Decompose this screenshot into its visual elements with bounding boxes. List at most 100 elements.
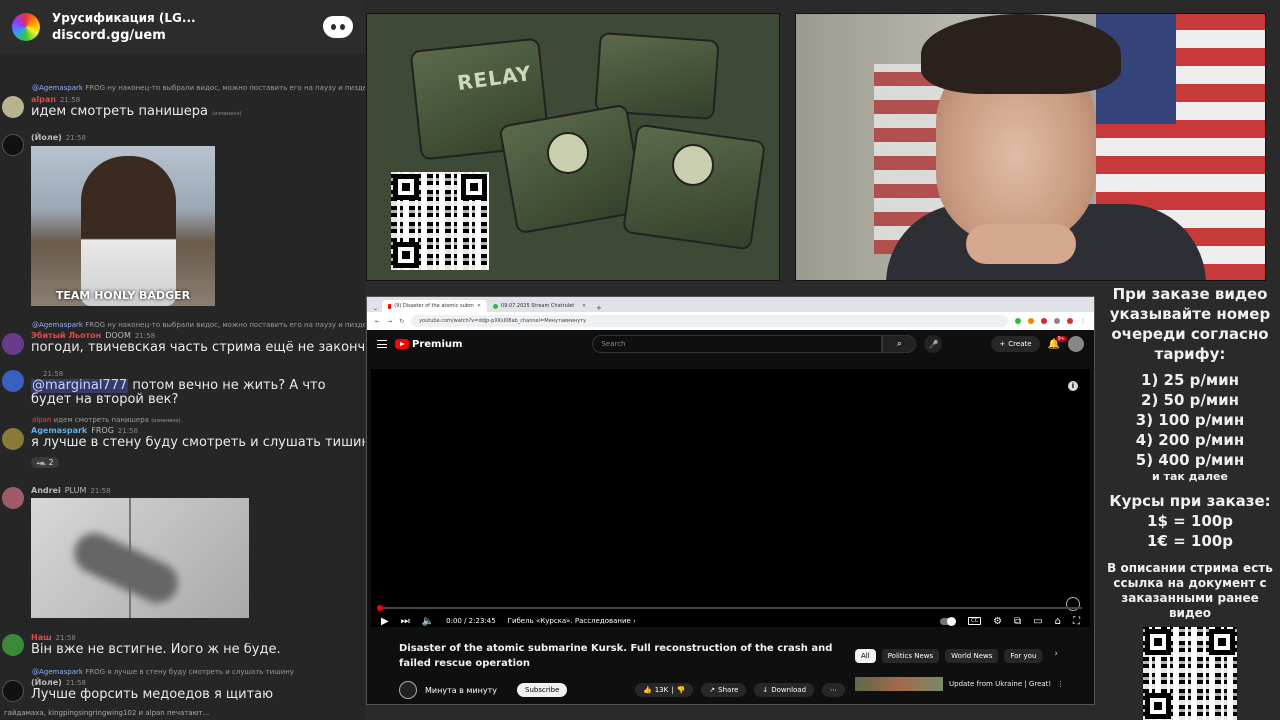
reply-preview[interactable]: @Agemaspark FROG я лучше в стену буду см… bbox=[0, 668, 365, 677]
message-author[interactable]: Agemaspark bbox=[31, 426, 87, 435]
tab-search-icon[interactable]: ⌄ bbox=[373, 305, 378, 312]
message-author[interactable]: (Йоле) bbox=[31, 678, 62, 687]
message-author[interactable]: (Йоле) bbox=[31, 133, 62, 142]
channel-name[interactable]: Минута в минуту bbox=[425, 686, 497, 695]
reply-preview[interactable]: @Agemaspark FROG ну наконец-то выбрали в… bbox=[0, 321, 365, 330]
avatar[interactable] bbox=[2, 96, 24, 118]
autoplay-toggle[interactable] bbox=[940, 616, 957, 626]
avatar[interactable] bbox=[1068, 336, 1084, 352]
theater-icon[interactable]: ▭ bbox=[1033, 616, 1042, 627]
chapter-title[interactable]: Гибель «Курска». Расследование › bbox=[508, 617, 636, 625]
mic-icon[interactable]: 🎤 bbox=[924, 335, 943, 353]
avatar[interactable] bbox=[2, 333, 24, 355]
fullscreen-icon[interactable]: ⛶ bbox=[1073, 616, 1080, 627]
extension-icon[interactable] bbox=[1028, 318, 1034, 324]
server-invite-link[interactable]: discord.gg/uem bbox=[52, 28, 323, 43]
role-badge: PLUM bbox=[64, 486, 87, 495]
reply-author: @Agemaspark bbox=[32, 668, 83, 676]
time-display: 0:00 / 2:23:45 bbox=[446, 617, 496, 625]
tab-chatrulet[interactable]: 09.07.2025 Stream Chatrulet ✕ bbox=[487, 300, 592, 312]
price-item: 1) 25 р/мин bbox=[1141, 371, 1239, 389]
qr-finder bbox=[1145, 693, 1171, 719]
profile-icon[interactable] bbox=[1067, 318, 1073, 324]
settings-gear-icon[interactable]: ⚙ bbox=[993, 616, 1002, 627]
channel-avatar[interactable] bbox=[399, 681, 417, 699]
menu-icon[interactable]: ⋮ bbox=[1080, 318, 1086, 325]
address-bar-row: ← → ↻ youtube.com/watch?v=ddjp-pXKsI08ab… bbox=[367, 312, 1094, 330]
info-icon[interactable]: i bbox=[1068, 381, 1078, 391]
progress-bar[interactable] bbox=[377, 605, 1082, 611]
recommended-title[interactable]: Update from Ukraine | Great! bbox=[949, 680, 1051, 688]
url-input[interactable]: youtube.com/watch?v=ddjp-pXKsI08ab_chann… bbox=[411, 315, 1008, 327]
message-author[interactable]: Эбитый Льотон bbox=[31, 331, 101, 340]
user-mention[interactable]: @marginal777 bbox=[31, 379, 129, 393]
share-button[interactable]: ↗ Share bbox=[701, 683, 747, 697]
chip-for-you[interactable]: For you bbox=[1004, 649, 1043, 663]
chevron-right-icon[interactable]: › bbox=[1054, 649, 1058, 663]
avatar[interactable] bbox=[2, 134, 24, 156]
gif-attachment[interactable]: TEAM HONLY BADGER bbox=[31, 146, 215, 306]
back-icon[interactable]: ← bbox=[375, 318, 380, 325]
gif-attachment[interactable] bbox=[31, 498, 249, 618]
reply-preview[interactable]: @Agemaspark FROG ну наконец-то выбрали в… bbox=[0, 84, 365, 93]
avatar[interactable] bbox=[2, 428, 24, 450]
captions-icon[interactable]: CC bbox=[968, 617, 982, 625]
chip-all[interactable]: All bbox=[855, 649, 876, 663]
message-author[interactable]: alpan bbox=[31, 95, 56, 104]
close-icon[interactable]: ✕ bbox=[477, 303, 481, 309]
avatar[interactable] bbox=[2, 680, 24, 702]
create-button[interactable]: + Create bbox=[991, 336, 1040, 352]
cast-icon[interactable]: ⌂ bbox=[1055, 616, 1061, 627]
avatar[interactable] bbox=[2, 487, 24, 509]
player-right-controls: CC ⚙ ⧉ ▭ ⌂ ⛶ bbox=[940, 616, 1080, 627]
server-icon[interactable] bbox=[12, 13, 40, 41]
like-button[interactable]: 👍 13K | 👎 bbox=[635, 683, 694, 697]
reload-icon[interactable]: ↻ bbox=[399, 318, 404, 325]
message-text: идем смотреть панишера bbox=[31, 105, 208, 119]
new-tab-icon[interactable]: + bbox=[596, 304, 602, 312]
forward-icon[interactable]: → bbox=[387, 318, 392, 325]
search-icon[interactable]: ⌕ bbox=[882, 335, 917, 353]
reply-text: ну наконец-то выбрали видос, можно поста… bbox=[107, 84, 365, 92]
chat-message: Andrei PLUM 21:58 bbox=[0, 485, 365, 509]
bell-icon[interactable]: 🔔 9+ bbox=[1048, 335, 1067, 350]
video-player[interactable]: i bbox=[371, 369, 1090, 627]
price-list: 1) 25 р/мин 2) 50 р/мин 3) 100 р/мин 4) … bbox=[1100, 370, 1280, 483]
message-author[interactable]: Andrei bbox=[31, 486, 61, 495]
miniplayer-icon[interactable]: ⧉ bbox=[1014, 616, 1021, 627]
chat-message: 21:58 @marginal777 потом вечно не жить? … bbox=[0, 368, 365, 407]
search-input[interactable]: Search bbox=[592, 335, 883, 353]
video-thumbnail[interactable] bbox=[855, 677, 943, 691]
order-instructions: При заказе видео указывайте номер очеред… bbox=[1109, 285, 1271, 363]
extension-icon[interactable] bbox=[1041, 318, 1047, 324]
next-icon[interactable]: ⏭ bbox=[401, 616, 410, 627]
avatar[interactable] bbox=[2, 370, 24, 392]
tab-strip: ⌄ (9) Disaster of the atomic subm ✕ 09.0… bbox=[367, 297, 1094, 312]
message-author[interactable]: Наш bbox=[31, 633, 52, 642]
extension-icon[interactable] bbox=[1054, 318, 1060, 324]
message-meta: (Йоле) 21:58 bbox=[0, 132, 365, 143]
face-icon bbox=[672, 144, 714, 186]
menu-icon[interactable] bbox=[377, 340, 387, 348]
tab-youtube[interactable]: (9) Disaster of the atomic subm ✕ bbox=[382, 300, 488, 312]
relay-device bbox=[621, 123, 767, 251]
download-button[interactable]: ↓ Download bbox=[754, 683, 815, 697]
url-text: youtube.com/watch?v=ddjp-pXKsI08ab_chann… bbox=[419, 318, 587, 324]
avatar[interactable] bbox=[2, 634, 24, 656]
recommended-video[interactable]: Update from Ukraine | Great! ⋮ bbox=[855, 677, 1064, 691]
more-options-icon[interactable]: ⋮ bbox=[1057, 680, 1064, 688]
extension-icon[interactable] bbox=[1015, 318, 1021, 324]
chip-politics-news[interactable]: Politics News bbox=[881, 649, 940, 663]
youtube-logo[interactable]: Premium bbox=[395, 339, 462, 350]
play-icon[interactable]: ▶ bbox=[381, 616, 389, 627]
reply-preview[interactable]: alpan идем смотреть панишера (изменено) bbox=[0, 416, 365, 425]
reaction-chip[interactable]: 🦡 2 bbox=[31, 457, 59, 468]
chip-world-news[interactable]: World News bbox=[945, 649, 999, 663]
volume-icon[interactable]: 🔈 bbox=[422, 616, 434, 627]
qr-finder bbox=[461, 174, 487, 200]
browser-window: ⌄ (9) Disaster of the atomic subm ✕ 09.0… bbox=[366, 296, 1095, 705]
subscribe-button[interactable]: Subscribe bbox=[517, 683, 568, 697]
close-icon[interactable]: ✕ bbox=[582, 303, 586, 309]
more-actions-icon[interactable]: ⋯ bbox=[822, 683, 846, 697]
price-item: 3) 100 р/мин bbox=[1135, 411, 1245, 429]
